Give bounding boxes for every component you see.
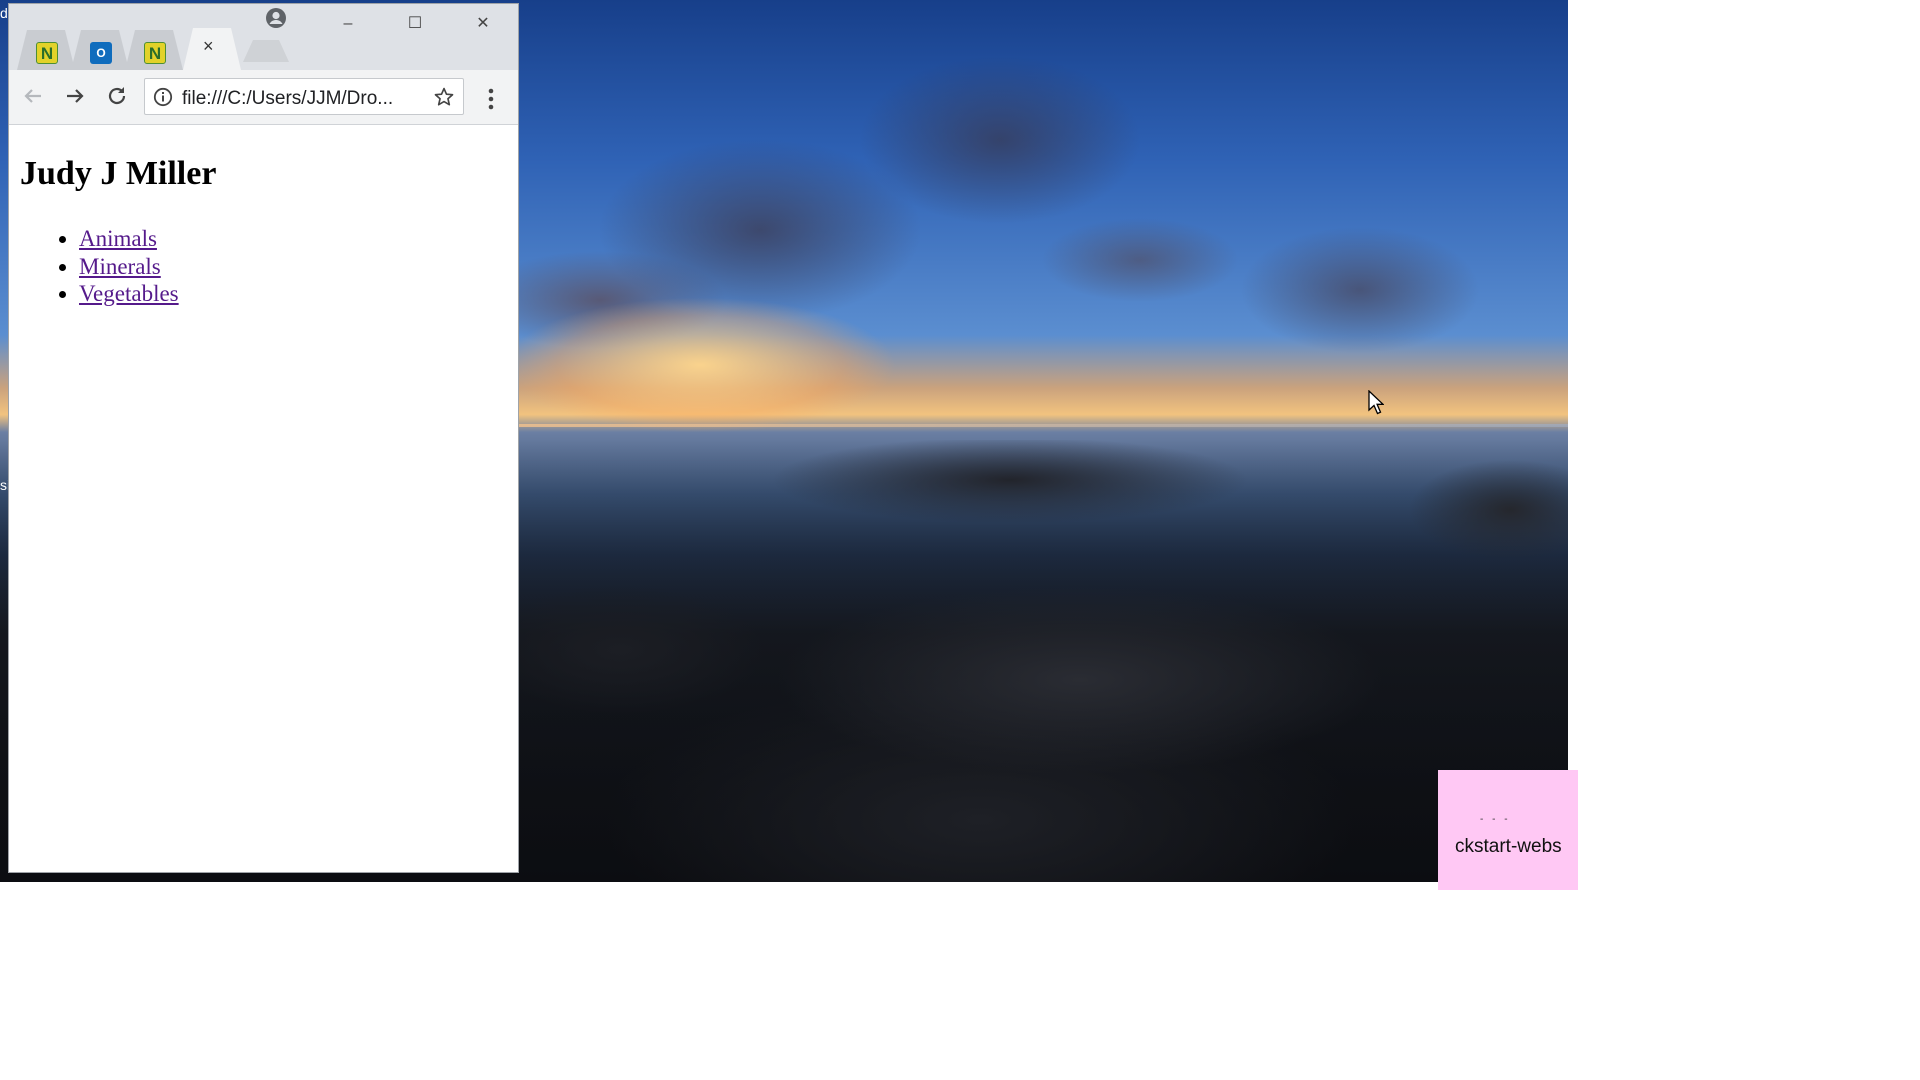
tab-onenote-1[interactable]: N: [17, 30, 75, 70]
notification-text: ckstart-webs: [1455, 836, 1562, 857]
desktop-notification[interactable]: - - - ckstart-webs: [1438, 770, 1578, 890]
info-icon[interactable]: [153, 87, 173, 112]
new-tab-button[interactable]: [243, 40, 289, 62]
link-animals[interactable]: Animals: [79, 226, 157, 251]
reload-button[interactable]: [105, 84, 133, 112]
tab-outlook[interactable]: O: [71, 30, 129, 70]
link-vegetables[interactable]: Vegetables: [79, 281, 179, 306]
list-item: Minerals: [79, 253, 179, 281]
link-minerals[interactable]: Minerals: [79, 254, 161, 279]
list-item: Animals: [79, 225, 179, 253]
notification-dots: - - -: [1480, 814, 1511, 825]
mouse-pointer-icon: [1368, 389, 1385, 421]
bookmark-star-icon[interactable]: [433, 86, 455, 113]
onenote-n-icon: N: [36, 42, 58, 64]
reload-icon: [108, 87, 126, 105]
close-window-button[interactable]: ✕: [468, 14, 498, 36]
kebab-menu-icon: [488, 88, 494, 110]
maximize-button[interactable]: ☐: [400, 14, 430, 36]
page-title: Judy J Miller: [20, 155, 217, 192]
page-content: Judy J Miller Animals Minerals Vegetable…: [9, 125, 518, 872]
back-arrow-icon: [24, 89, 41, 103]
desktop-edge-text: d: [0, 5, 8, 21]
address-url[interactable]: file:///C:/Users/JJM/Dro...: [182, 88, 393, 110]
link-list: Animals Minerals Vegetables: [39, 225, 179, 308]
browser-window: N O N × – ☐ ✕ file:///C:/Users/JJM/Dro..…: [9, 4, 518, 872]
profile-icon[interactable]: [265, 7, 287, 34]
list-item: Vegetables: [79, 280, 179, 308]
outlook-icon: O: [90, 42, 112, 64]
tab-active[interactable]: ×: [183, 28, 241, 70]
forward-arrow-icon: [67, 89, 84, 103]
close-tab-icon[interactable]: ×: [203, 36, 214, 57]
tab-strip: N O N × – ☐ ✕: [9, 4, 518, 70]
onenote-n-icon: N: [144, 42, 166, 64]
minimize-button[interactable]: –: [333, 14, 363, 36]
wallpaper-horizon: [518, 424, 1568, 427]
browser-toolbar: file:///C:/Users/JJM/Dro...: [9, 70, 518, 125]
browser-menu-button[interactable]: [481, 86, 501, 112]
tab-onenote-2[interactable]: N: [125, 30, 183, 70]
forward-button[interactable]: [63, 84, 91, 112]
back-button[interactable]: [21, 84, 49, 112]
address-bar[interactable]: file:///C:/Users/JJM/Dro...: [144, 78, 464, 115]
